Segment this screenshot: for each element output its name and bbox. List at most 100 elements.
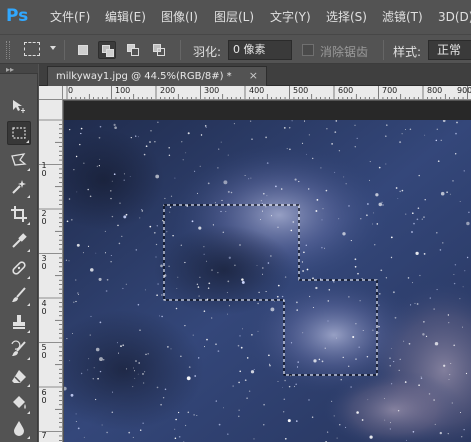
chevron-down-icon[interactable] [50,46,56,50]
more-tools-indicator [27,384,30,387]
lasso-icon [11,153,27,166]
star [453,282,456,285]
star [361,277,363,280]
magic-wand-tool[interactable] [7,175,31,199]
star [256,264,258,266]
star [379,293,381,295]
menu-edit[interactable]: 编辑(E) [105,9,146,25]
star [335,120,338,122]
star [311,416,314,418]
feather-input[interactable]: 0 像素 [228,40,292,60]
star [106,278,109,281]
star [164,388,167,391]
star [354,265,357,268]
star [104,252,107,254]
antialias-checkbox[interactable] [302,44,314,56]
brush-tool[interactable] [7,283,31,307]
star [382,204,384,206]
star [99,125,102,128]
star [452,180,454,182]
star [263,403,265,406]
star [375,193,379,197]
star [166,231,168,233]
close-icon[interactable]: × [249,69,258,82]
more-tools-indicator [26,140,29,143]
star [269,363,271,365]
star [374,244,376,246]
horizontal-ruler[interactable]: 0 100 200 300 400 500 600 700 800 900 [63,86,471,100]
healing-brush-tool[interactable] [7,256,31,280]
star [250,177,252,179]
divider [383,40,384,60]
star [70,393,74,397]
rectangular-marquee-tool[interactable] [7,121,31,145]
star [90,315,92,317]
star [334,171,336,173]
menu-file[interactable]: 文件(F) [50,9,90,25]
star [440,191,445,196]
move-tool[interactable] [7,94,31,118]
history-brush-tool[interactable] [7,337,31,361]
menu-type[interactable]: 文字(Y) [270,9,311,25]
eraser-tool[interactable] [7,364,31,388]
star [92,378,94,380]
options-bar-grip[interactable] [6,41,10,59]
ruler-origin[interactable] [39,86,63,100]
star [465,372,468,375]
star [336,437,338,439]
style-select[interactable]: 正常 [428,40,471,60]
star [468,211,470,214]
star [439,249,442,251]
blur-tool[interactable] [7,416,31,440]
star [142,373,144,375]
tool-preset-marquee-icon[interactable] [24,42,40,56]
star [296,366,299,368]
vertical-ruler[interactable]: 10 20 30 40 50 60 7 [39,100,63,442]
star [437,160,440,163]
intersect-selection-button[interactable] [150,41,168,59]
star [401,133,403,135]
star [456,121,458,124]
eyedropper-tool[interactable] [7,229,31,253]
star [335,337,337,339]
collapse-arrows-icon[interactable]: ▸▸ [6,65,14,74]
star [139,217,141,219]
star [338,218,340,220]
document-tab-title: milkyway1.jpg @ 44.5%(RGB/8#) * [56,71,232,82]
star [238,381,240,384]
lasso-tool[interactable] [7,148,31,172]
ruler-digit-zero: 0 [41,396,47,405]
paint-bucket-tool[interactable] [7,391,31,415]
clone-stamp-tool[interactable] [7,310,31,334]
star [308,188,310,190]
star [97,377,99,380]
star [188,366,191,368]
subtract-from-selection-button[interactable] [124,41,142,59]
star [277,226,279,229]
ruler-label: 20 [41,210,47,226]
document-canvas[interactable] [64,120,471,442]
star [228,305,230,307]
panel-collapse-bar[interactable]: ▸▸ [0,64,38,74]
menu-filter[interactable]: 滤镜(T) [382,9,423,25]
add-to-selection-button[interactable] [98,41,116,59]
menu-select[interactable]: 选择(S) [326,9,367,25]
menu-3d[interactable]: 3D(D) [438,9,471,25]
star [423,216,425,218]
menu-image[interactable]: 图像(I) [161,9,198,25]
star [390,236,393,239]
star [435,139,438,142]
ruler-label: 0 [68,86,74,95]
document-tab[interactable]: milkyway1.jpg @ 44.5%(RGB/8#) * × [47,66,267,86]
star [200,134,203,136]
star [185,152,187,154]
ruler-digit-zero: 0 [41,169,47,178]
menu-layer[interactable]: 图层(L) [214,9,254,25]
star [123,173,125,175]
crop-tool[interactable] [7,202,31,226]
new-selection-button[interactable] [74,41,92,59]
star [362,330,364,331]
star [301,261,303,263]
star [196,415,198,416]
star [292,221,295,223]
